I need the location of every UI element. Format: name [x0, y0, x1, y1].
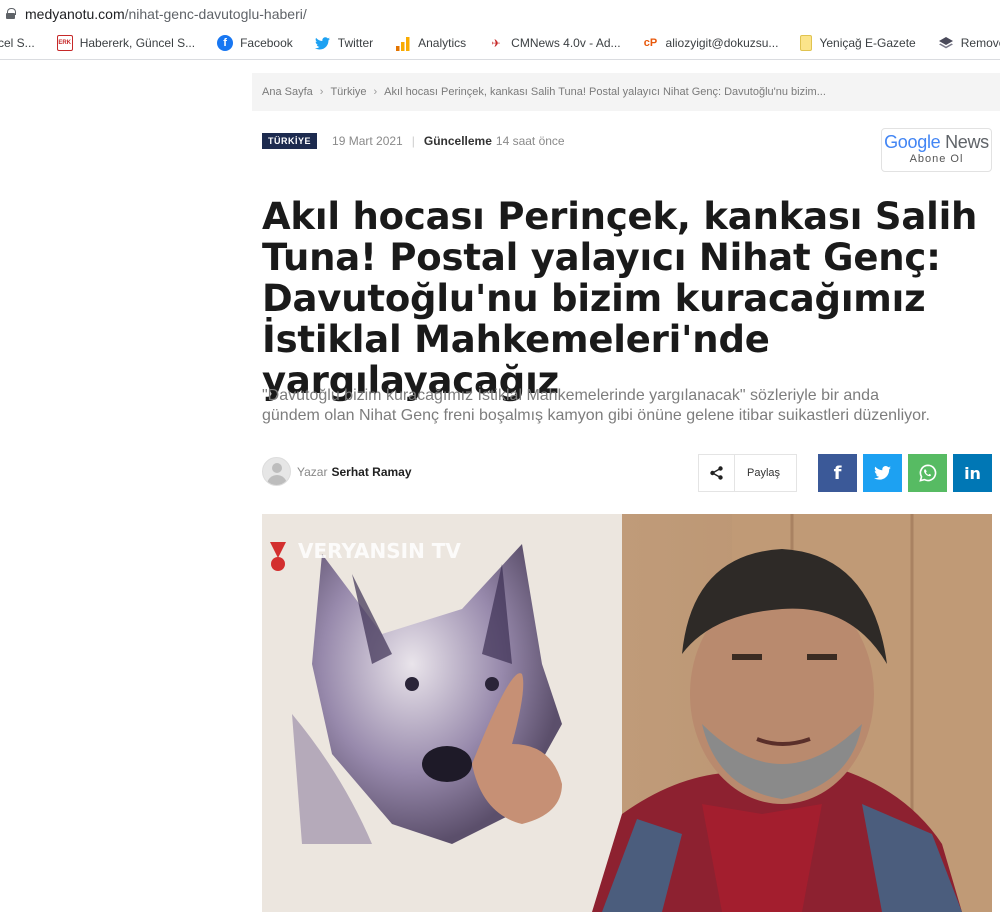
share-label: Paylaş — [734, 455, 796, 491]
google-news-subscribe-button[interactable]: Google News Abone Ol — [881, 128, 992, 172]
twitter-share-button[interactable] — [863, 454, 902, 492]
bookmark-label: cel S... — [0, 36, 35, 50]
bookmark-item[interactable]: cP aliozyigit@dokuzsu... — [643, 35, 779, 51]
updated-value: 14 saat önce — [495, 134, 565, 148]
author-info: Yazar Serhat Ramay — [262, 457, 412, 486]
google-news-subtitle: Abone Ol — [909, 153, 964, 165]
bookmark-item[interactable]: ERK Habererk, Güncel S... — [56, 35, 196, 51]
layers-icon — [938, 35, 954, 51]
author-name-link[interactable]: Serhat Ramay — [331, 465, 411, 479]
twitter-icon — [874, 466, 891, 480]
url-domain: medyanotu.com — [25, 5, 125, 22]
meta-divider: | — [411, 134, 415, 148]
bookmark-item[interactable]: Twitter — [315, 35, 373, 51]
watermark-text: VERYANSIN TV — [298, 539, 461, 563]
bookmark-item[interactable]: ✈ CMNews 4.0v - Ad... — [488, 35, 621, 51]
facebook-share-button[interactable]: f — [818, 454, 857, 492]
facebook-icon: f — [833, 462, 842, 484]
bookmark-item[interactable]: Remove Backgroun — [938, 35, 1000, 51]
breadcrumb-current: Akıl hocası Perinçek, kankası Salih Tuna… — [384, 86, 826, 98]
analytics-icon — [395, 35, 411, 51]
bookmark-label: aliozyigit@dokuzsu... — [665, 36, 779, 50]
bookmark-label: Twitter — [337, 36, 374, 50]
bookmarks-bar: cel S... ERK Habererk, Güncel S... f Fac… — [0, 27, 1000, 60]
chevron-right-icon: › — [373, 86, 378, 98]
whatsapp-share-button[interactable] — [908, 454, 947, 492]
address-bar[interactable]: medyanotu.com/nihat-genc-davutoglu-haber… — [0, 0, 1000, 27]
breadcrumb-category-link[interactable]: Türkiye — [330, 86, 366, 98]
url-path: /nihat-genc-davutoglu-haberi/ — [124, 5, 307, 22]
breadcrumb: Ana Sayfa › Türkiye › Akıl hocası Perinç… — [252, 73, 1000, 111]
bookmark-folder-icon — [800, 35, 813, 51]
url-text[interactable]: medyanotu.com/nihat-genc-davutoglu-haber… — [25, 6, 307, 22]
linkedin-icon: in — [964, 463, 981, 483]
bookmark-label: Habererk, Güncel S... — [79, 36, 196, 50]
chevron-right-icon: › — [319, 86, 324, 98]
bookmark-label: CMNews 4.0v - Ad... — [511, 36, 621, 50]
author-avatar[interactable] — [262, 457, 291, 486]
facebook-icon: f — [217, 35, 234, 51]
article-hero-image[interactable]: VERYANSIN TV — [262, 514, 992, 912]
share-button[interactable]: Paylaş — [698, 454, 797, 492]
erk-logo-icon: ERK — [56, 35, 73, 51]
author-label: Yazar — [297, 464, 328, 479]
breadcrumb-home-link[interactable]: Ana Sayfa — [262, 86, 313, 98]
share-icon — [699, 466, 734, 480]
article-headline: Akıl hocası Perinçek, kankası Salih Tuna… — [262, 195, 978, 402]
bookmark-item[interactable]: Analytics — [395, 35, 466, 51]
bookmark-label: Facebook — [240, 36, 293, 50]
lock-icon — [6, 8, 16, 19]
bookmark-label: Yeniçağ E-Gazete — [819, 36, 916, 50]
linkedin-share-button[interactable]: in — [953, 454, 992, 492]
twitter-icon — [315, 35, 331, 51]
bookmark-item[interactable]: cel S... — [0, 36, 35, 50]
hero-photo: VERYANSIN TV — [262, 514, 992, 912]
article-meta: TÜRKİYE 19 Mart 2021 | Güncelleme 14 saa… — [262, 133, 565, 149]
bookmark-label: Remove Backgroun — [960, 36, 1000, 50]
google-news-logo: Google News — [884, 132, 989, 152]
category-badge[interactable]: TÜRKİYE — [262, 133, 318, 149]
bookmark-label: Analytics — [418, 36, 467, 50]
bookmark-item[interactable]: f Facebook — [217, 35, 293, 51]
cp-icon: cP — [643, 37, 658, 49]
article-summary: "Davutoğlu bizim kuracağımız İstiklal Ma… — [262, 387, 930, 424]
bookmark-item[interactable]: Yeniçağ E-Gazete — [800, 35, 916, 51]
publish-date: 19 Mart 2021 — [332, 134, 403, 148]
updated-label: Güncelleme — [423, 134, 492, 148]
whatsapp-icon — [918, 464, 936, 482]
cmnews-icon: ✈ — [491, 37, 501, 50]
